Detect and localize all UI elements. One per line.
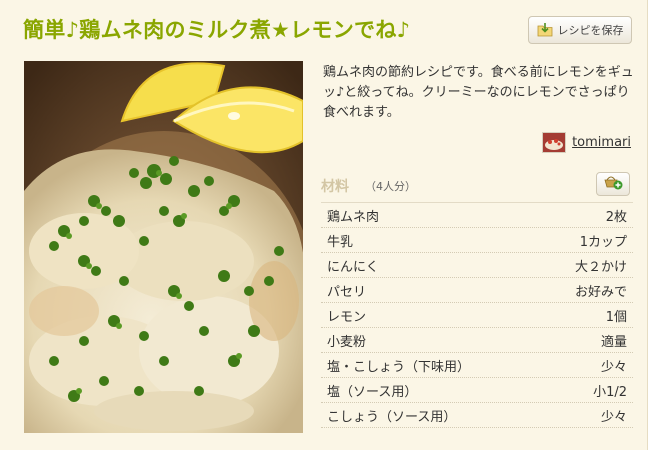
ingredient-name: パセリ [327,284,367,300]
ingredient-quantity: お好みで [574,284,627,300]
ingredient-quantity: 1個 [605,309,627,325]
ingredient-quantity: 大２かけ [574,259,627,275]
ingredient-name: こしょう（ソース用） [327,409,457,425]
ingredient-name: 小麦粉 [327,334,367,350]
basket-add-icon [603,174,623,194]
servings: （4人分） [365,180,416,193]
ingredient-list: 鶏ムネ肉 2枚 牛乳 1カップ にんにく 大２かけ パセリ お好みで レモン 1個 小麦粉… [321,202,633,428]
ingredient-row: 塩（ソース用） 小1/2 [321,378,633,403]
save-recipe-label: レシピを保存 [557,24,624,37]
ingredient-quantity: 適量 [600,334,627,350]
recipe-description: 鶏ムネ肉の節約レシピです。食べる前にレモンをギュッ♪と絞ってね。クリーミーなのに… [323,65,634,120]
ingredient-quantity: 1カップ [579,234,627,250]
author-info: tomimari [542,132,631,153]
ingredients-title: 材料 [321,179,349,195]
ingredient-name: 鶏ムネ肉 [327,209,380,225]
ingredients-header: 材料 （4人分） [321,172,633,200]
ingredient-quantity: 小1/2 [593,384,627,400]
author-avatar[interactable] [542,132,567,153]
ingredient-quantity: 少々 [600,359,627,375]
recipe-title: 簡単♪鶏ムネ肉のミルク煮★レモンでね♪ [23,18,411,42]
ingredient-name: レモン [327,309,367,325]
ingredient-row: 小麦粉 適量 [321,328,633,353]
ingredient-name: 塩（ソース用） [327,384,418,400]
ingredient-row: パセリ お好みで [321,278,633,303]
ingredient-name: 塩・こしょう（下味用） [327,359,471,375]
recipe-photo [24,61,303,433]
ingredient-row: にんにく 大２かけ [321,253,633,278]
ingredient-quantity: 2枚 [605,209,627,225]
ingredient-row: レモン 1個 [321,303,633,328]
ingredient-row: 塩・こしょう（下味用） 少々 [321,353,633,378]
ingredient-row: 牛乳 1カップ [321,228,633,253]
add-to-shopping-list-button[interactable] [596,172,630,196]
save-recipe-button[interactable]: レシピを保存 [528,16,632,44]
ingredient-name: にんにく [327,259,379,275]
ingredient-row: こしょう（ソース用） 少々 [321,403,633,428]
ingredient-quantity: 少々 [600,409,627,425]
ingredient-name: 牛乳 [327,234,354,250]
ingredient-row: 鶏ムネ肉 2枚 [321,203,633,228]
folder-save-icon [537,22,553,38]
author-link[interactable]: tomimari [572,135,631,150]
